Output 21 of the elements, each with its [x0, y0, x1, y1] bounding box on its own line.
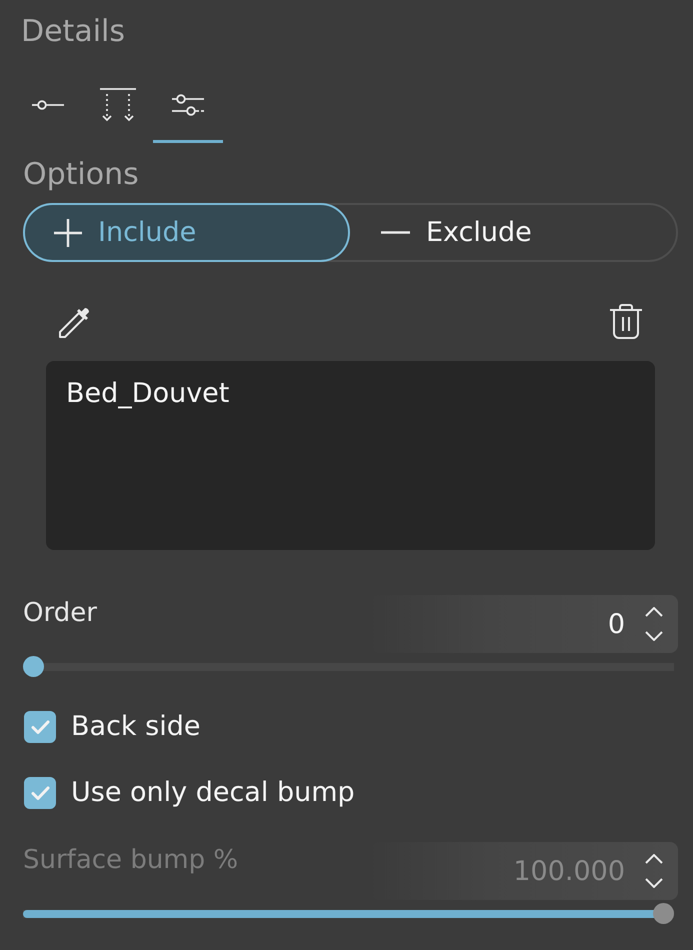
list-item[interactable]: Bed_Douvet [66, 378, 230, 410]
panel-title: Details [21, 13, 126, 51]
field-label: Order [23, 597, 97, 630]
trash-icon[interactable] [610, 304, 642, 338]
checkbox-label: Use only decal bump [71, 777, 355, 809]
checkbox-label: Back side [71, 711, 200, 743]
toggle-option[interactable]: Include [23, 203, 350, 262]
chevron-down-icon[interactable] [645, 631, 663, 641]
minus-icon [381, 231, 410, 234]
sliders-icon [172, 94, 204, 116]
section-title: Options [23, 157, 139, 193]
chevron-up-icon[interactable] [645, 607, 663, 617]
plus-icon [54, 218, 82, 246]
checkbox[interactable] [24, 711, 56, 743]
checkbox[interactable] [24, 777, 56, 809]
node-line-icon [32, 100, 64, 110]
check-icon [30, 786, 50, 800]
slider-thumb[interactable] [23, 656, 44, 677]
check-icon [30, 720, 50, 734]
field-label: Surface bump % [23, 844, 238, 877]
toggle-option[interactable]: Exclude [350, 203, 676, 262]
